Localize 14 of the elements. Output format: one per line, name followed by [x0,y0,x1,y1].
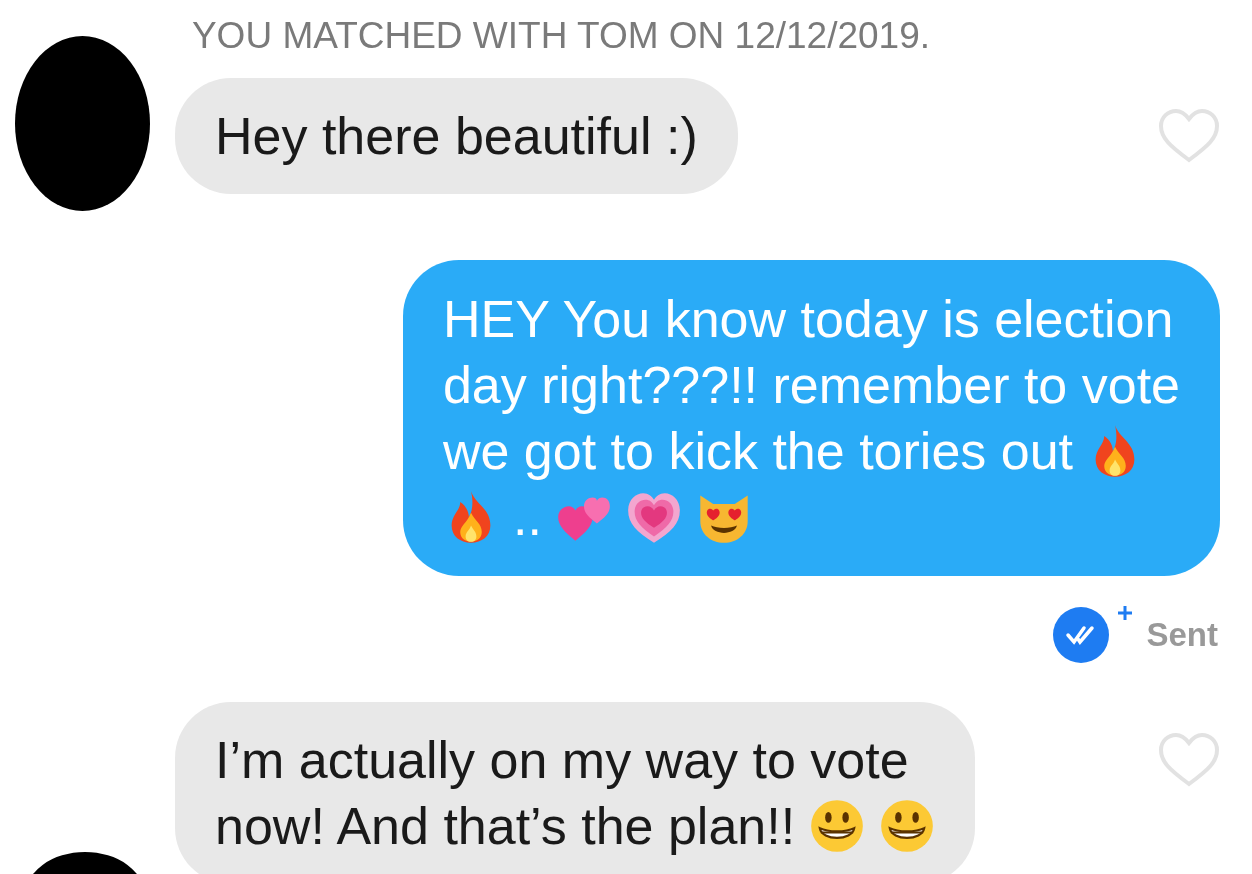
message-text: Hey there beautiful :) [215,106,698,168]
message-text: day right???!! remember to vote [442,355,1180,417]
message-text: .. [512,487,542,549]
message-status: Sent [1146,614,1218,655]
grinning-face-icon [879,798,936,855]
like-heart-icon[interactable] [1158,732,1220,789]
grinning-face-icon [809,798,866,855]
match-notice: YOU MATCHED WITH TOM ON 12/12/2019. [190,14,932,58]
message-text: we got to kick the tories out [442,421,1074,483]
message-text: HEY You know today is election [442,289,1174,351]
read-receipt-icon[interactable] [1052,604,1133,665]
like-heart-icon[interactable] [1158,108,1220,165]
message-text: now! And that’s the plan!! [215,796,796,858]
message-text: I’m actually on my way to vote [215,730,909,792]
